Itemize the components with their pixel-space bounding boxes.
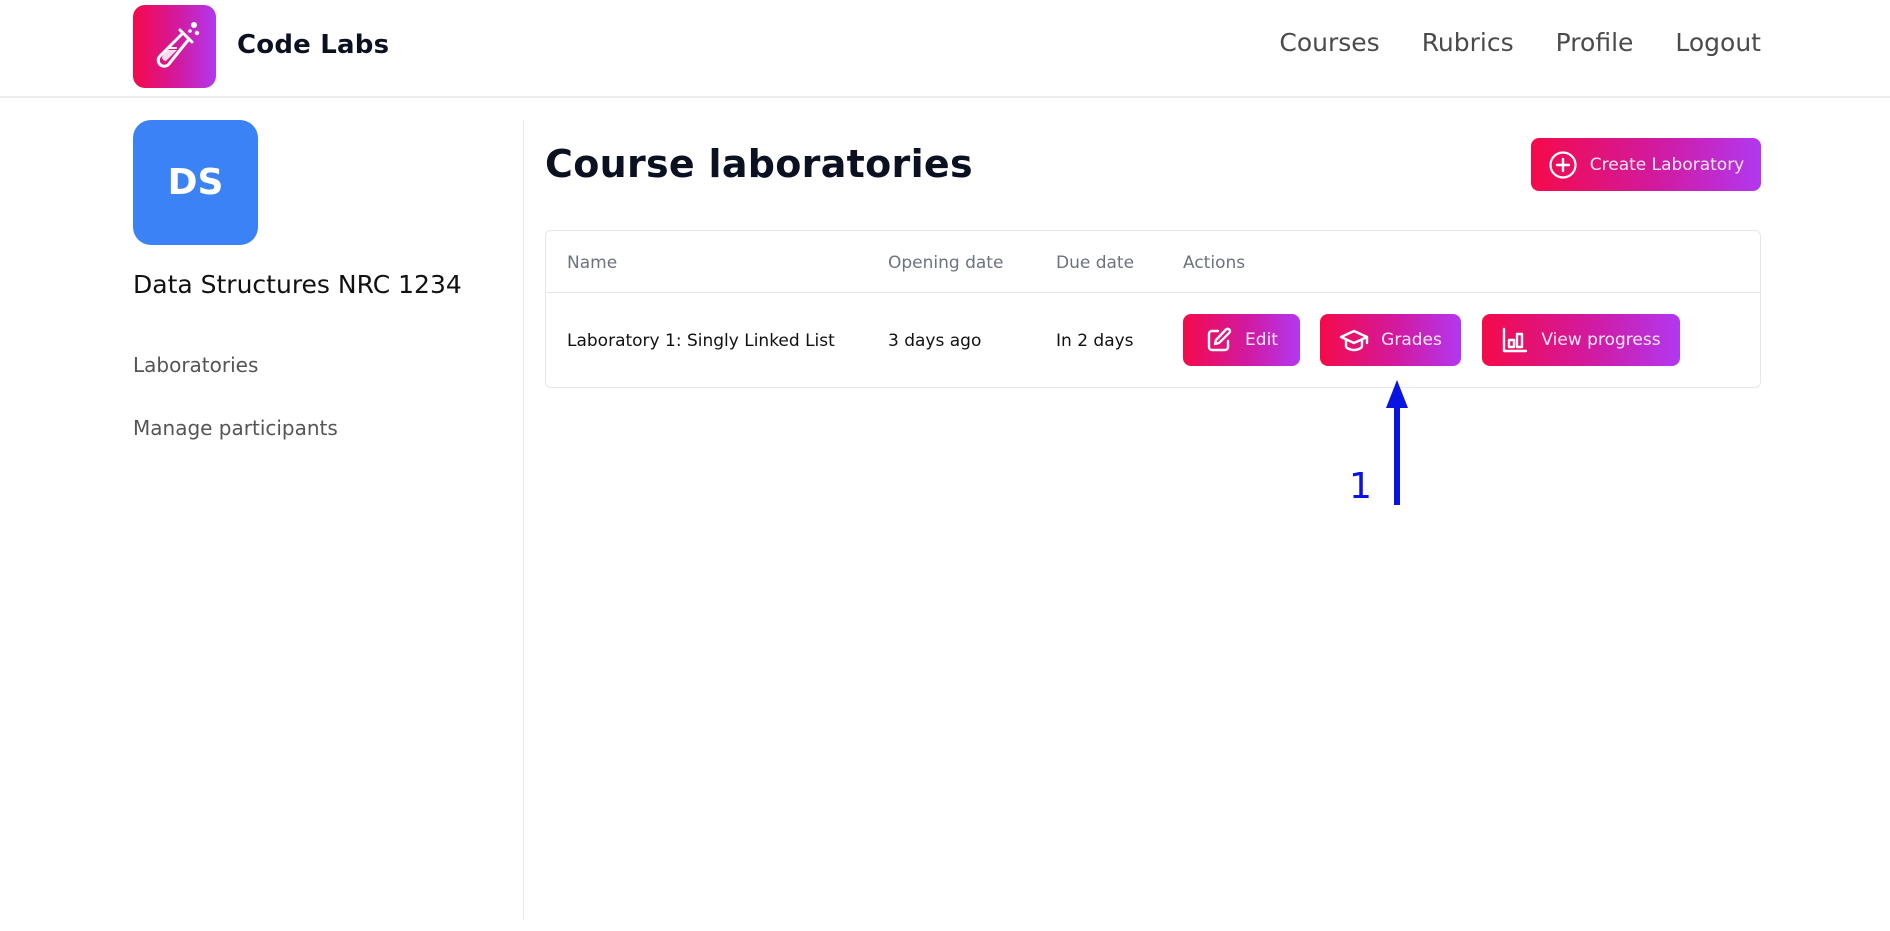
lab-due-date: In 2 days xyxy=(1056,331,1134,351)
column-header-name: Name xyxy=(567,253,618,273)
annotation-label: 1 xyxy=(1349,466,1372,507)
course-sidebar: DS Data Structures NRC 1234 Laboratories… xyxy=(133,120,523,440)
lab-name: Laboratory 1: Singly Linked List xyxy=(567,331,835,351)
grades-button[interactable]: Grades xyxy=(1320,314,1461,366)
app-logo[interactable] xyxy=(133,5,216,88)
nav-logout[interactable]: Logout xyxy=(1675,28,1761,57)
nav-courses[interactable]: Courses xyxy=(1279,28,1379,57)
view-progress-button[interactable]: View progress xyxy=(1482,314,1680,366)
plus-circle-icon xyxy=(1549,150,1577,179)
test-tube-icon xyxy=(156,21,199,68)
nav-rubrics[interactable]: Rubrics xyxy=(1422,28,1514,57)
grades-label: Grades xyxy=(1381,330,1442,350)
lab-opening-date: 3 days ago xyxy=(888,331,982,351)
nav-profile[interactable]: Profile xyxy=(1556,28,1634,57)
sidebar-divider xyxy=(523,120,524,920)
main-nav: Courses Rubrics Profile Logout xyxy=(1279,28,1761,57)
create-laboratory-label: Create Laboratory xyxy=(1589,154,1745,175)
create-laboratory-button[interactable]: Create Laboratory xyxy=(1531,138,1761,191)
table-header: Name Opening date Due date Actions xyxy=(546,231,1760,293)
view-progress-label: View progress xyxy=(1541,330,1661,350)
course-avatar: DS xyxy=(133,120,258,245)
column-header-actions: Actions xyxy=(1183,253,1246,273)
sidebar-item-laboratories[interactable]: Laboratories xyxy=(133,353,258,377)
course-title: Data Structures NRC 1234 xyxy=(133,270,462,299)
column-header-opening-date: Opening date xyxy=(888,253,1004,273)
sidebar-item-manage-participants[interactable]: Manage participants xyxy=(133,416,338,440)
edit-label: Edit xyxy=(1245,330,1278,350)
annotation-arrow xyxy=(1386,380,1408,505)
laboratories-table: Name Opening date Due date Actions Labor… xyxy=(545,230,1761,388)
edit-icon xyxy=(1207,327,1232,352)
brand-name[interactable]: Code Labs xyxy=(237,30,389,60)
top-navbar: Code Labs Courses Rubrics Profile Logout xyxy=(0,0,1890,98)
column-header-due-date: Due date xyxy=(1056,253,1135,273)
page-title: Course laboratories xyxy=(545,142,973,186)
bar-chart-icon xyxy=(1503,327,1528,353)
edit-button[interactable]: Edit xyxy=(1183,314,1300,366)
graduation-cap-icon xyxy=(1339,329,1369,352)
